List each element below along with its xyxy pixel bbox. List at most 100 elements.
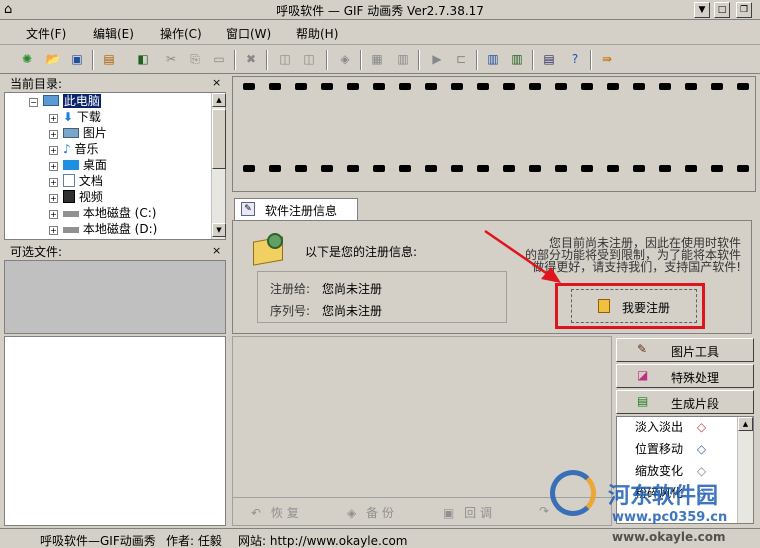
film-hole: [607, 83, 619, 90]
frame-next-icon[interactable]: ◫: [300, 50, 318, 68]
serial-value: 您尚未注册: [322, 304, 383, 318]
eraser-icon: ◪: [637, 368, 649, 382]
scroll-down-icon[interactable]: ▼: [212, 223, 226, 237]
export-icon[interactable]: ▥: [508, 50, 526, 68]
tree-item-disk-d[interactable]: 本地磁盘 (D:): [63, 221, 157, 237]
resize-icon[interactable]: ▥: [394, 50, 412, 68]
expand-icon[interactable]: +: [49, 178, 58, 187]
film-hole: [529, 165, 541, 172]
effect-item[interactable]: 位置移动 ◇: [635, 441, 706, 457]
tree-scrollbar[interactable]: ▲ ▼: [211, 93, 226, 239]
pictures-icon: [63, 128, 79, 138]
make-clip-button[interactable]: ▤ 生成片段: [616, 390, 754, 414]
expand-icon[interactable]: +: [49, 146, 58, 155]
menu-bar: 文件(F) 编辑(E) 操作(C) 窗口(W) 帮助(H): [0, 21, 760, 45]
copy-icon[interactable]: ⎘: [186, 50, 204, 68]
effect-item[interactable]: 淡入淡出 ◇: [635, 419, 706, 435]
registration-info-group: 注册给: 您尚未注册 序列号: 您尚未注册: [257, 271, 507, 323]
menu-operate[interactable]: 操作(C): [160, 25, 202, 42]
title-bar: ⌂ 呼吸软件 — GIF 动画秀 Ver2.7.38.17 ▼ □ ❐: [0, 0, 760, 20]
frame-prev-icon[interactable]: ◫: [276, 50, 294, 68]
cut-icon[interactable]: ✂: [162, 50, 180, 68]
restore-icon[interactable]: ❐: [736, 2, 752, 18]
menu-window[interactable]: 窗口(W): [226, 25, 271, 42]
properties-icon[interactable]: ▤: [540, 50, 558, 68]
expand-icon[interactable]: +: [49, 210, 58, 219]
watermark-logo: [550, 470, 596, 516]
register-button[interactable]: 我要注册: [571, 289, 697, 323]
scroll-up-icon[interactable]: ▲: [212, 93, 226, 107]
music-icon: ♪: [63, 142, 71, 156]
save-icon[interactable]: ▣: [68, 50, 86, 68]
exit-icon[interactable]: ⇛: [598, 50, 616, 68]
effect-item[interactable]: 缩放变化 ◇: [635, 463, 706, 479]
forward-icon[interactable]: ↷: [539, 504, 549, 518]
image-tools-button[interactable]: ✎ 图片工具: [616, 338, 754, 362]
expand-icon[interactable]: +: [49, 226, 58, 235]
tree-item-music[interactable]: ♪ 音乐: [63, 141, 99, 157]
film-hole: [477, 83, 489, 90]
menu-edit[interactable]: 编辑(E): [93, 25, 134, 42]
expand-icon[interactable]: +: [49, 114, 58, 123]
tree-item-documents[interactable]: 文档: [63, 173, 103, 189]
paste-icon[interactable]: ▭: [210, 50, 228, 68]
tree-item-desktop[interactable]: 桌面: [63, 157, 107, 173]
filmstrip[interactable]: [232, 76, 756, 192]
tree-item-downloads[interactable]: ⬇ 下载: [63, 109, 101, 125]
film-hole: [685, 165, 697, 172]
computer-icon: [43, 95, 59, 106]
film-hole: [477, 165, 489, 172]
grid-icon[interactable]: ▦: [368, 50, 386, 68]
film-hole: [451, 83, 463, 90]
toolbar-separator: [590, 50, 592, 70]
download-icon: ⬇: [63, 110, 74, 124]
maximize-icon[interactable]: □: [714, 2, 730, 18]
import-icon[interactable]: ▥: [484, 50, 502, 68]
registration-icon: ✎: [241, 202, 255, 216]
menu-help[interactable]: 帮助(H): [296, 25, 338, 42]
play-icon[interactable]: ▶: [428, 50, 446, 68]
expand-icon[interactable]: +: [49, 130, 58, 139]
watermark-text: 河东软件园: [608, 484, 719, 509]
film-hole: [243, 165, 255, 172]
minimize-icon[interactable]: ▼: [694, 2, 710, 18]
film-hole: [425, 165, 437, 172]
document-icon: [63, 174, 75, 187]
close-icon[interactable]: ×: [212, 244, 221, 257]
window-title: 呼吸软件 — GIF 动画秀 Ver2.7.38.17: [276, 4, 484, 18]
menu-file[interactable]: 文件(F): [26, 25, 66, 42]
reg-to-label: 注册给:: [270, 282, 311, 296]
tag-icon[interactable]: ◈: [336, 50, 354, 68]
tree-item-this-pc[interactable]: 此电脑: [43, 93, 101, 109]
status-author: 作者: 任毅: [166, 534, 222, 548]
restore-button[interactable]: ↶ 恢 复: [251, 504, 299, 521]
tree-item-pictures[interactable]: 图片: [63, 125, 107, 141]
tree-item-disk-c[interactable]: 本地磁盘 (C:): [63, 205, 156, 221]
expand-icon[interactable]: +: [49, 194, 58, 203]
special-process-button[interactable]: ◪ 特殊处理: [616, 364, 754, 388]
scroll-thumb[interactable]: [212, 109, 226, 169]
film-hole: [633, 83, 645, 90]
expand-icon[interactable]: +: [49, 162, 58, 171]
scroll-up-icon[interactable]: ▲: [738, 417, 753, 431]
new-icon[interactable]: ✺: [18, 50, 36, 68]
film-icon[interactable]: ▤: [100, 50, 118, 68]
tree-item-videos[interactable]: 视频: [63, 189, 103, 205]
close-icon[interactable]: ×: [212, 76, 221, 89]
copy-frame-icon[interactable]: ◧: [134, 50, 152, 68]
film-hole: [503, 83, 515, 90]
stop-icon[interactable]: ⊏: [452, 50, 470, 68]
file-list[interactable]: [4, 336, 226, 526]
effects-scrollbar[interactable]: ▲: [737, 417, 753, 523]
collapse-icon[interactable]: −: [29, 98, 38, 107]
directory-tree[interactable]: ▲ ▼ − 此电脑 + ⬇ 下载 + 图片 + ♪ 音乐 + 桌面 + 文档 +…: [4, 92, 226, 240]
tab-registration-info[interactable]: ✎ 软件注册信息: [234, 198, 358, 220]
backup-button[interactable]: ◈ 备 份: [347, 504, 394, 521]
callback-button[interactable]: ▣ 回 调: [443, 504, 492, 521]
help-icon[interactable]: ?: [566, 50, 584, 68]
film-hole: [659, 165, 671, 172]
delete-icon[interactable]: ✖: [242, 50, 260, 68]
film-hole: [321, 165, 333, 172]
toolbar-separator: [360, 50, 362, 70]
open-icon[interactable]: 📂: [44, 50, 62, 68]
